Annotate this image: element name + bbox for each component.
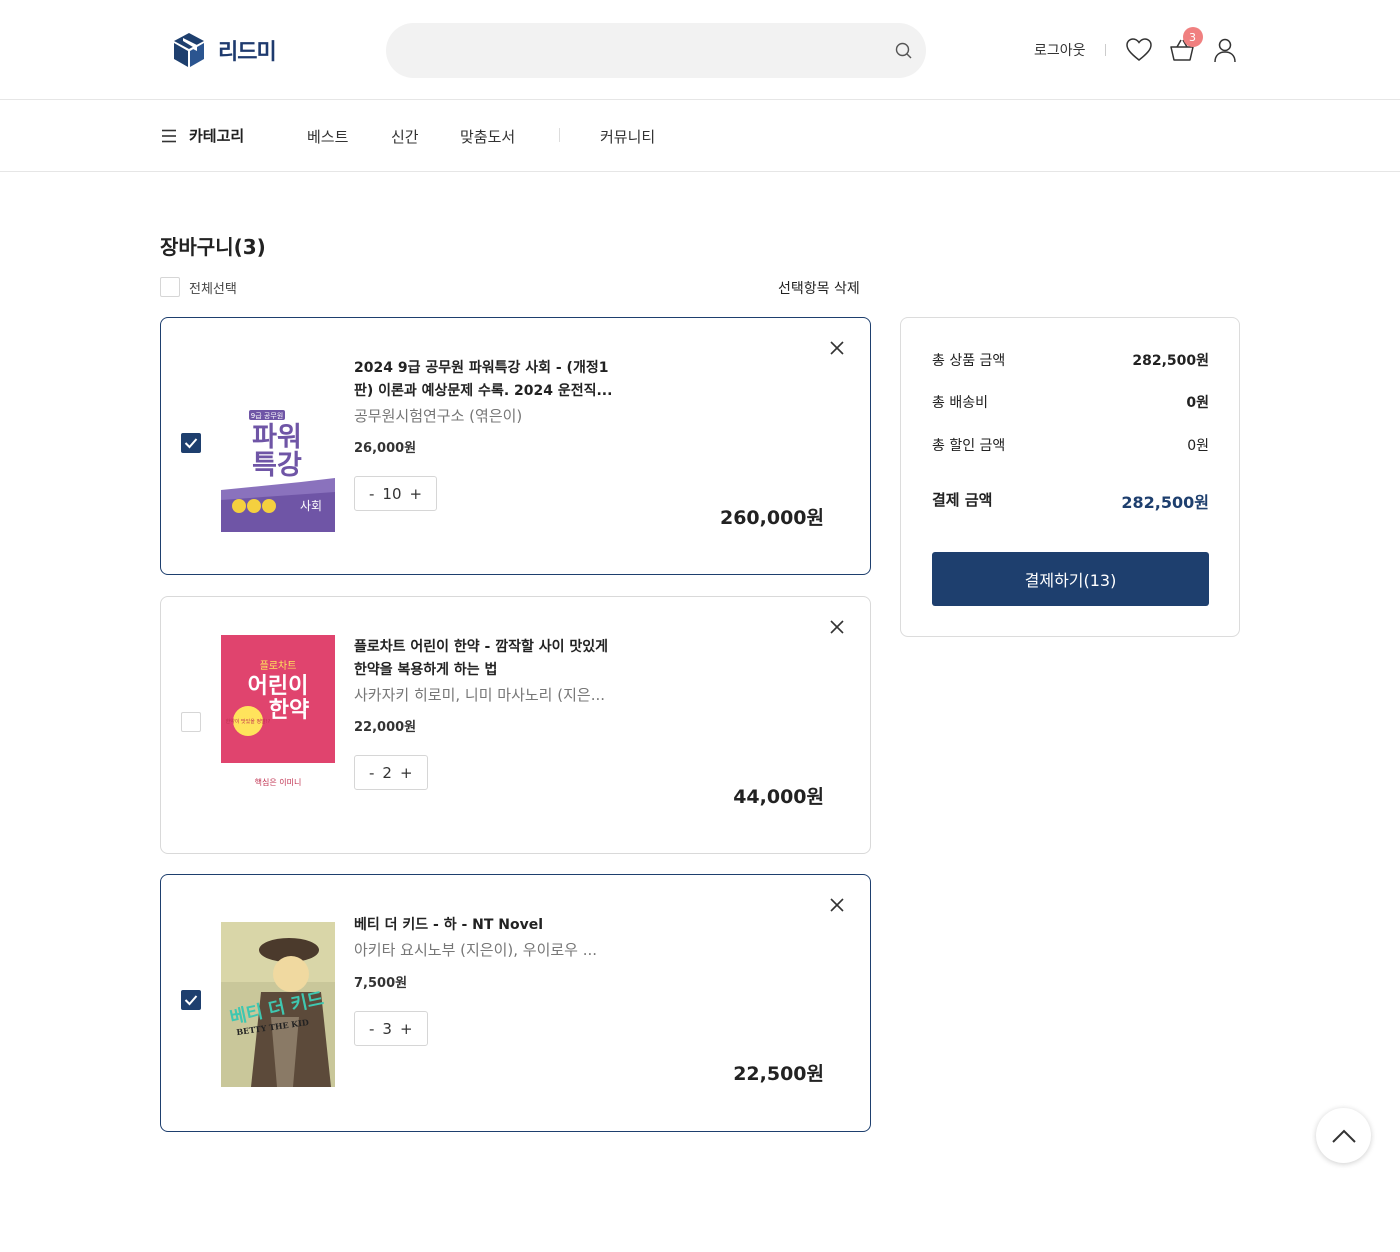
- logo[interactable]: 리드미: [172, 31, 277, 69]
- cart-count-badge: 3: [1182, 27, 1203, 47]
- decrease-button[interactable]: -: [369, 485, 374, 503]
- cover-badge-text: 9급 공무원: [251, 411, 283, 420]
- quantity-stepper: - 10 +: [354, 476, 438, 511]
- cover-title-line2: 한약: [269, 698, 309, 723]
- item-author: 아키타 요시노부 (지은이), 우이로우 ...: [354, 941, 598, 959]
- header-actions: 로그아웃 3: [1034, 27, 1254, 70]
- delete-selected-button[interactable]: 선택항목 삭제: [778, 278, 860, 298]
- user-icon: [1213, 38, 1236, 63]
- scroll-top-button[interactable]: [1316, 1108, 1371, 1163]
- summary-row-discount: 총 할인 금액 0원: [932, 435, 1209, 455]
- item-total: 260,000원: [719, 507, 824, 529]
- account-button[interactable]: [1211, 36, 1239, 64]
- cover-title-line1: 파워: [252, 422, 302, 453]
- category-label: 카테고리: [189, 127, 245, 145]
- item-title[interactable]: 베티 더 키드 - 하 - NT Novel: [354, 914, 614, 937]
- cart-item: 플로차트 어린이 한약 한약이 맛있을 정말!? 핵심은 이미니 플로차트 어린…: [160, 596, 871, 854]
- book-cover[interactable]: 베티 더 키드 BETTY THE KID: [221, 922, 335, 1087]
- heart-icon: [1125, 38, 1152, 61]
- cart-item: 9급 공무원 파워 특강 사회 2024 9급 공무원 파워특강 사회 - (개…: [160, 317, 871, 575]
- main-nav: 카테고리 베스트 신간 맞춤도서 커뮤니티: [0, 101, 1400, 172]
- category-menu-button[interactable]: 카테고리: [161, 125, 244, 146]
- final-value: 282,500원: [1121, 493, 1209, 512]
- summary-value: 0원: [1186, 395, 1209, 411]
- quantity-value: 3: [382, 1019, 392, 1038]
- search-icon[interactable]: [894, 41, 914, 61]
- divider: [1104, 44, 1106, 56]
- summary-label: 총 배송비: [932, 395, 988, 411]
- summary-row-shipping: 총 배송비 0원: [932, 392, 1209, 412]
- summary-label: 총 할인 금액: [932, 438, 1006, 454]
- cover-title-line2: 특강: [252, 450, 302, 481]
- remove-item-icon[interactable]: [829, 619, 845, 635]
- checkout-button[interactable]: 결제하기(13): [932, 552, 1209, 606]
- hamburger-icon: [162, 129, 176, 142]
- quantity-value: 2: [382, 763, 392, 782]
- item-author: 공무원시험연구소 (엮은이): [354, 407, 523, 425]
- quantity-stepper: - 2 +: [354, 755, 428, 790]
- item-title[interactable]: 2024 9급 공무원 파워특강 사회 - (개정1판) 이론과 예상문제 수록…: [354, 357, 614, 403]
- logo-text: 리드미: [218, 40, 277, 65]
- nav-community[interactable]: 커뮤니티: [600, 126, 655, 147]
- item-author: 사카자키 히로미, 니미 마사노리 (지은...: [354, 686, 605, 704]
- final-label: 결제 금액: [932, 491, 993, 509]
- summary-row-subtotal: 총 상품 금액 282,500원: [932, 350, 1209, 370]
- nav-recommended[interactable]: 맞춤도서: [460, 126, 515, 147]
- quantity-value: 10: [382, 484, 402, 503]
- item-unit-price: 7,500원: [354, 976, 408, 991]
- check-icon: [184, 438, 198, 449]
- summary-value: 282,500원: [1132, 353, 1209, 369]
- decrease-button[interactable]: -: [369, 764, 374, 782]
- item-unit-price: 26,000원: [354, 441, 417, 456]
- increase-button[interactable]: +: [400, 1020, 413, 1038]
- item-total: 44,000원: [733, 786, 824, 808]
- cart-button[interactable]: 3: [1168, 27, 1203, 64]
- increase-button[interactable]: +: [410, 485, 423, 503]
- cover-subject-text: 사회: [300, 499, 322, 513]
- summary-row-total: 결제 금액 282,500원: [932, 489, 1209, 513]
- select-all-label: 전체선택: [189, 281, 237, 297]
- nav-best[interactable]: 베스트: [307, 126, 348, 147]
- remove-item-icon[interactable]: [829, 340, 845, 356]
- wishlist-button[interactable]: [1125, 36, 1153, 64]
- logo-box-icon: [174, 33, 204, 67]
- cart-title: 장바구니(3): [160, 235, 266, 259]
- item-title[interactable]: 플로차트 어린이 한약 - 깜작할 사이 맛있게 한약을 복용하게 하는 법: [354, 636, 614, 682]
- item-checkbox[interactable]: [181, 712, 201, 732]
- remove-item-icon[interactable]: [829, 897, 845, 913]
- select-all[interactable]: 전체선택: [160, 277, 237, 297]
- item-checkbox[interactable]: [181, 990, 201, 1010]
- book-cover[interactable]: 9급 공무원 파워 특강 사회: [221, 402, 335, 532]
- nav-divider: [559, 128, 560, 142]
- decrease-button[interactable]: -: [369, 1020, 374, 1038]
- book-cover[interactable]: 플로차트 어린이 한약 한약이 맛있을 정말!? 핵심은 이미니: [221, 635, 335, 803]
- item-unit-price: 22,000원: [354, 720, 417, 735]
- cover-bottom-text: 핵심은 이미니: [255, 777, 302, 787]
- quantity-stepper: - 3 +: [354, 1011, 428, 1046]
- increase-button[interactable]: +: [400, 764, 413, 782]
- summary-label: 총 상품 금액: [932, 353, 1006, 369]
- summary-value: 0원: [1187, 438, 1209, 454]
- top-header: 리드미 로그아웃 3: [0, 0, 1400, 100]
- item-checkbox[interactable]: [181, 433, 201, 453]
- order-summary: 총 상품 금액 282,500원 총 배송비 0원 총 할인 금액 0원 결제 …: [900, 317, 1240, 637]
- nav-new[interactable]: 신간: [391, 126, 419, 147]
- cart-item: 베티 더 키드 BETTY THE KID 베티 더 키드 - 하 - NT N…: [160, 874, 871, 1132]
- chevron-up-icon: [1331, 1129, 1356, 1143]
- cover-top-text: 플로차트: [260, 660, 297, 672]
- search-bar[interactable]: [386, 23, 926, 78]
- logout-link[interactable]: 로그아웃: [1034, 40, 1086, 60]
- check-icon: [184, 995, 198, 1006]
- item-total: 22,500원: [733, 1063, 824, 1085]
- cover-title-line1: 어린이: [248, 674, 309, 699]
- cover-circle-text: 한약이 맛있을 정말!?: [226, 718, 271, 725]
- select-all-checkbox[interactable]: [160, 277, 180, 297]
